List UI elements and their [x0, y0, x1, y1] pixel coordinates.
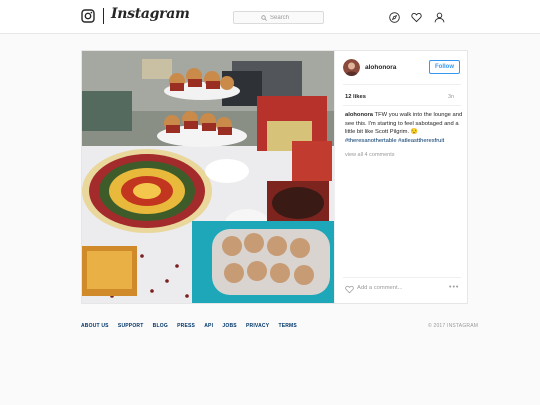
divider: [343, 105, 461, 106]
post-photo[interactable]: [82, 51, 334, 303]
footer-link-about-us[interactable]: ABOUT US: [81, 323, 109, 329]
more-options-icon[interactable]: •••: [449, 284, 459, 291]
profile-icon[interactable]: [434, 12, 445, 23]
like-heart-icon[interactable]: [345, 285, 354, 294]
search-icon: [261, 14, 267, 21]
post-card: alohonora Follow 12 likes 3n alohonora T…: [81, 50, 468, 304]
add-comment-input[interactable]: [357, 285, 437, 291]
heart-icon[interactable]: [411, 12, 422, 23]
footer-link-jobs[interactable]: JOBS: [222, 323, 236, 329]
caption-hashtags[interactable]: #theresanothertable #atleasttheresfruit: [345, 138, 444, 144]
food-table-photo: [82, 51, 334, 303]
caption-username[interactable]: alohonora: [345, 112, 373, 118]
view-all-comments-link[interactable]: view all 4 comments: [345, 152, 395, 158]
post-caption: alohonora TFW you walk into the lounge a…: [345, 111, 465, 145]
post-username[interactable]: alohonora: [365, 64, 396, 71]
logo-divider: [103, 8, 104, 24]
top-navigation-bar: Instagram: [0, 0, 540, 34]
footer-link-blog[interactable]: BLOG: [153, 323, 168, 329]
follow-button[interactable]: Follow: [429, 60, 460, 74]
copyright-text: © 2017 INSTAGRAM: [428, 323, 479, 329]
instagram-wordmark[interactable]: Instagram: [111, 6, 190, 22]
footer-links: ABOUT US SUPPORT BLOG PRESS API JOBS PRI…: [81, 323, 306, 329]
search-input[interactable]: [270, 14, 296, 21]
divider: [343, 84, 461, 85]
search-box[interactable]: [233, 11, 324, 24]
avatar[interactable]: [343, 59, 360, 76]
post-timestamp: 3n: [448, 94, 455, 100]
footer-link-privacy[interactable]: PRIVACY: [246, 323, 269, 329]
instagram-camera-icon[interactable]: [81, 9, 95, 23]
divider: [343, 277, 461, 278]
compass-icon[interactable]: [389, 12, 400, 23]
like-count[interactable]: 12 likes: [345, 94, 366, 100]
post-sidebar: alohonora Follow 12 likes 3n alohonora T…: [334, 51, 468, 303]
footer-link-press[interactable]: PRESS: [177, 323, 195, 329]
footer-link-api[interactable]: API: [204, 323, 213, 329]
footer-link-support[interactable]: SUPPORT: [118, 323, 144, 329]
footer-link-terms[interactable]: TERMS: [278, 323, 297, 329]
